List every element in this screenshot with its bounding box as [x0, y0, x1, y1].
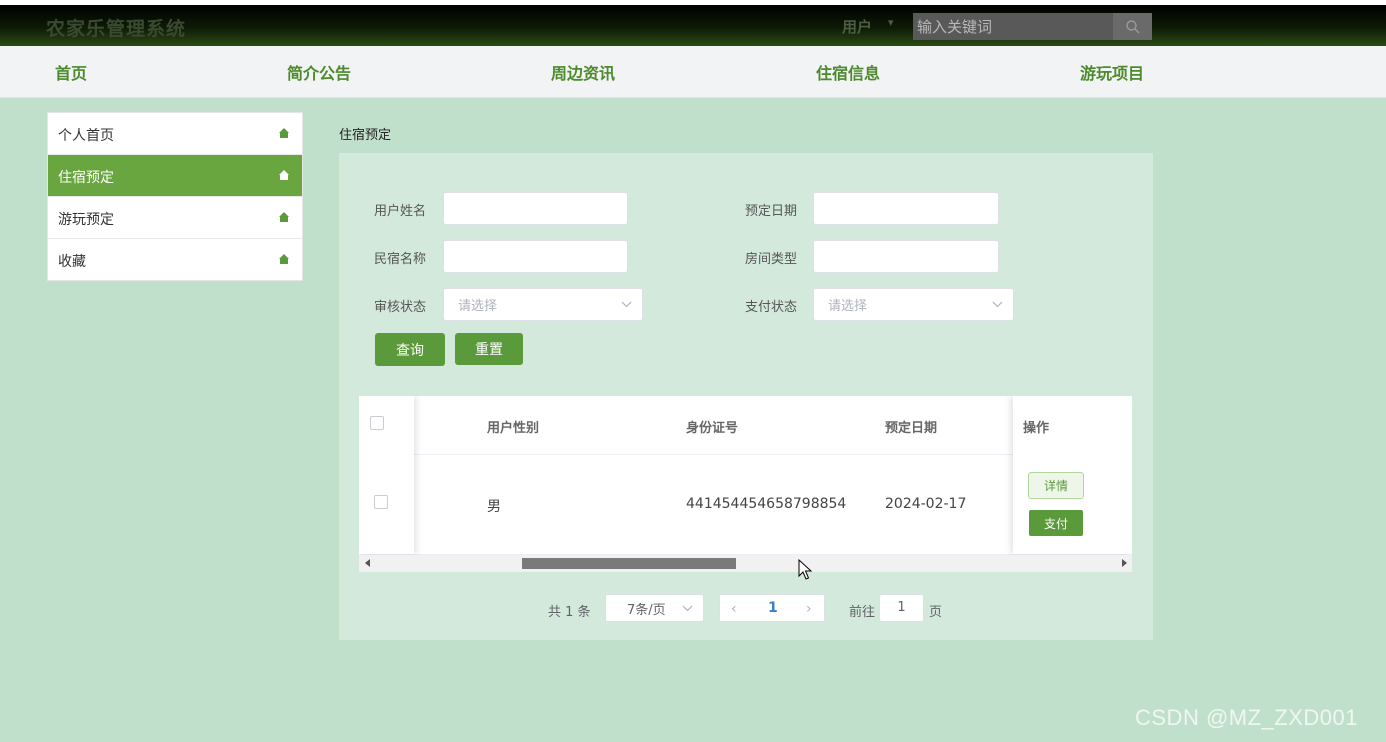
sidebar: 个人首页 住宿预定 游玩预定 收藏: [47, 112, 303, 281]
room-type-input[interactable]: [813, 240, 999, 273]
sidebar-item-label: 收藏: [58, 254, 86, 270]
scroll-right-arrow-icon[interactable]: [1122, 559, 1127, 567]
sidebar-item-activity-booking[interactable]: 游玩预定: [48, 197, 302, 239]
payment-status-select[interactable]: 请选择: [813, 288, 1014, 321]
app-title: 农家乐管理系统: [46, 18, 187, 40]
caret-down-icon[interactable]: ▾: [888, 16, 894, 29]
watermark: CSDN @MZ_ZXD001: [1135, 705, 1358, 730]
payment-status-label: 支付状态: [745, 300, 798, 315]
booking-date-label: 预定日期: [745, 204, 798, 219]
main-nav: 首页 简介公告 周边资讯 住宿信息 游玩项目: [0, 46, 1386, 98]
nav-item-nearby-news[interactable]: 周边资讯: [551, 60, 615, 84]
column-header-id-number: 身份证号: [686, 421, 739, 436]
nav-item-activities[interactable]: 游玩项目: [1080, 60, 1144, 84]
scrollbar-thumb[interactable]: [522, 558, 736, 569]
cell-booking-date: 2024-02-17: [885, 496, 967, 512]
reset-button[interactable]: 重置: [455, 333, 523, 365]
home-icon: [279, 128, 289, 138]
pagination-total: 共 1 条: [548, 605, 591, 620]
page-unit-label: 页: [929, 605, 943, 620]
nav-item-announcements[interactable]: 简介公告: [287, 60, 351, 84]
sidebar-item-label: 住宿预定: [58, 170, 114, 186]
next-page-icon[interactable]: ›: [806, 601, 812, 617]
query-button[interactable]: 查询: [375, 333, 445, 366]
nav-item-lodging[interactable]: 住宿信息: [816, 60, 880, 84]
cell-gender: 男: [487, 499, 501, 515]
sidebar-item-label: 游玩预定: [58, 212, 114, 228]
horizontal-scrollbar[interactable]: [359, 555, 1132, 572]
goto-label: 前往: [849, 605, 876, 620]
page-size-select[interactable]: 7条/页: [605, 594, 704, 622]
search-input[interactable]: [913, 13, 1113, 40]
fixed-selection-column: [359, 396, 414, 554]
home-icon: [279, 212, 289, 222]
page: 农家乐管理系统 用户 ▾ 首页 简介公告 周边资讯 住宿信息 游玩项目 个人首页…: [0, 5, 1386, 742]
search-icon: [1125, 19, 1139, 33]
review-status-label: 审核状态: [374, 300, 427, 315]
home-icon: [279, 254, 289, 264]
sidebar-item-profile[interactable]: 个人首页: [48, 113, 302, 155]
payment-status-placeholder: 请选择: [828, 299, 868, 314]
home-icon: [279, 170, 289, 180]
booking-table: 用户性别 身份证号 预定日期 男 441454454658798854 2024…: [359, 396, 1132, 572]
homestay-name-label: 民宿名称: [374, 252, 427, 267]
pager: ‹ 1 ›: [719, 594, 825, 622]
chevron-down-icon: [992, 301, 1003, 308]
review-status-select[interactable]: 请选择: [443, 288, 643, 321]
chevron-down-icon: [621, 301, 632, 308]
review-status-placeholder: 请选择: [458, 299, 498, 314]
mouse-cursor-icon: [798, 559, 813, 580]
pay-button[interactable]: 支付: [1029, 510, 1083, 536]
scroll-left-arrow-icon[interactable]: [365, 559, 370, 567]
chevron-down-icon: [682, 605, 693, 612]
user-name-input[interactable]: [443, 192, 628, 225]
select-all-checkbox[interactable]: [370, 416, 384, 430]
prev-page-icon[interactable]: ‹: [731, 601, 737, 617]
breadcrumb: 住宿预定: [339, 128, 392, 143]
user-name-label: 用户姓名: [374, 204, 427, 219]
sidebar-item-label: 个人首页: [58, 128, 114, 144]
column-header-booking-date: 预定日期: [885, 421, 938, 436]
column-header-gender: 用户性别: [487, 421, 540, 436]
goto-page-input[interactable]: 1: [879, 594, 924, 622]
page-number-current[interactable]: 1: [768, 600, 778, 616]
row-checkbox[interactable]: [374, 495, 388, 509]
search-button[interactable]: [1113, 13, 1152, 40]
sidebar-item-favorites[interactable]: 收藏: [48, 239, 302, 280]
main-panel: 用户姓名 预定日期 民宿名称 房间类型 审核状态 请选择 支付状态 请选择 查询…: [339, 153, 1153, 640]
cell-id-number: 441454454658798854: [686, 496, 847, 512]
top-bar: 农家乐管理系统 用户 ▾: [0, 5, 1386, 46]
detail-button[interactable]: 详情: [1028, 472, 1084, 499]
page-size-value: 7条/页: [627, 602, 666, 618]
room-type-label: 房间类型: [745, 252, 798, 267]
booking-date-input[interactable]: [813, 192, 999, 225]
user-menu[interactable]: 用户: [842, 16, 872, 37]
nav-item-home[interactable]: 首页: [55, 60, 87, 84]
column-header-actions: 操作: [1023, 421, 1050, 436]
sidebar-item-lodging-booking[interactable]: 住宿预定: [48, 155, 302, 197]
homestay-name-input[interactable]: [443, 240, 628, 273]
